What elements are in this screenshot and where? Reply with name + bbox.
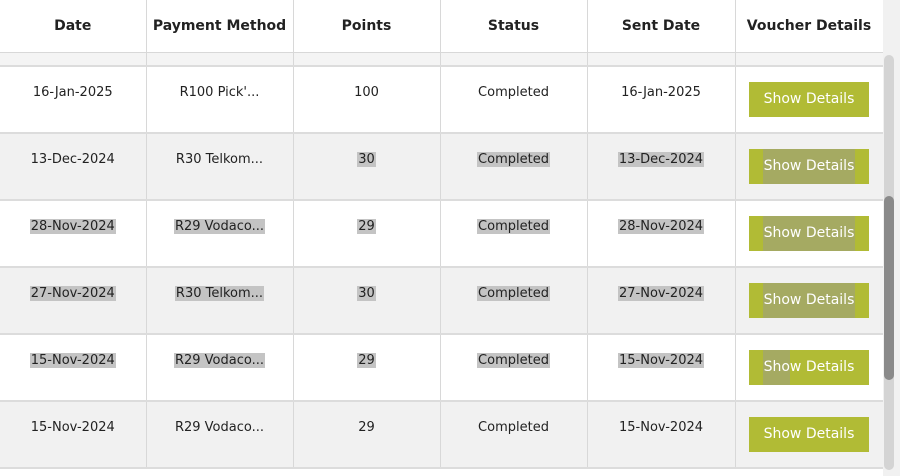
table-row: 15-Nov-2024 R29 Vodaco... 29 Completed 1… — [0, 333, 883, 402]
status-cell: Completed — [440, 333, 588, 402]
sent-date-cell: 16-Jan-2025 — [587, 65, 736, 134]
status-cell: Completed — [440, 199, 588, 268]
table-row: 13-Dec-2024 R30 Telkom... 30 Completed 1… — [0, 132, 883, 201]
date-cell: 13-Dec-2024 — [0, 132, 147, 201]
show-details-button[interactable]: Show Details — [749, 349, 869, 385]
table-row: 27-Nov-2024 R30 Telkom... 30 Completed 2… — [0, 266, 883, 335]
date-cell: 15-Nov-2024 — [0, 333, 147, 402]
status-cell: Completed — [440, 132, 588, 201]
sent-date-cell: 15-Nov-2024 — [587, 333, 736, 402]
status-cell: Completed — [440, 266, 588, 335]
date-cell: 27-Nov-2024 — [0, 266, 147, 335]
show-details-button[interactable]: Show Details — [749, 148, 869, 184]
status-cell: Completed — [440, 400, 588, 469]
column-header-points[interactable]: Points — [293, 0, 441, 53]
points-cell: 29 — [293, 400, 441, 469]
table-header-row: Date Payment Method Points Status Sent D… — [0, 0, 883, 53]
show-details-button[interactable]: Show Details — [749, 81, 869, 117]
table-row: 28-Nov-2024 R29 Vodaco... 29 Completed 2… — [0, 199, 883, 268]
column-header-status[interactable]: Status — [440, 0, 588, 53]
date-cell: 28-Nov-2024 — [0, 199, 147, 268]
scrollbar-thumb[interactable] — [884, 196, 894, 380]
points-cell: 100 — [293, 65, 441, 134]
payment-method-cell: R29 Vodaco... — [146, 199, 294, 268]
show-details-button[interactable]: Show Details — [749, 416, 869, 452]
date-cell: 15-Nov-2024 — [0, 400, 147, 469]
column-header-payment-method[interactable]: Payment Method — [146, 0, 294, 53]
payment-method-cell: R30 Telkom... — [146, 132, 294, 201]
sent-date-cell: 15-Nov-2024 — [587, 400, 736, 469]
payment-method-cell: R29 Vodaco... — [146, 400, 294, 469]
voucher-transactions-table: Date Payment Method Points Status Sent D… — [0, 0, 883, 469]
show-details-button[interactable]: Show Details — [749, 215, 869, 251]
table-row: 16-Jan-2025 R100 Pick'... 100 Completed … — [0, 65, 883, 134]
payment-method-cell: R29 Vodaco... — [146, 333, 294, 402]
column-header-voucher-details: Voucher Details — [735, 0, 883, 53]
sent-date-cell: 13-Dec-2024 — [587, 132, 736, 201]
points-cell: 29 — [293, 199, 441, 268]
sent-date-cell: 28-Nov-2024 — [587, 199, 736, 268]
sent-date-cell: 27-Nov-2024 — [587, 266, 736, 335]
points-cell: 30 — [293, 132, 441, 201]
status-cell: Completed — [440, 65, 588, 134]
points-cell: 29 — [293, 333, 441, 402]
points-cell: 30 — [293, 266, 441, 335]
show-details-button[interactable]: Show Details — [749, 282, 869, 318]
column-header-date[interactable]: Date — [0, 0, 147, 53]
payment-method-cell: R30 Telkom... — [146, 266, 294, 335]
table-row: 15-Nov-2024 R29 Vodaco... 29 Completed 1… — [0, 400, 883, 469]
table-row-partial — [0, 52, 883, 67]
column-header-sent-date[interactable]: Sent Date — [587, 0, 736, 53]
transactions-table-viewport[interactable]: Date Payment Method Points Status Sent D… — [0, 0, 883, 476]
payment-method-cell: R100 Pick'... — [146, 65, 294, 134]
date-cell: 16-Jan-2025 — [0, 65, 147, 134]
